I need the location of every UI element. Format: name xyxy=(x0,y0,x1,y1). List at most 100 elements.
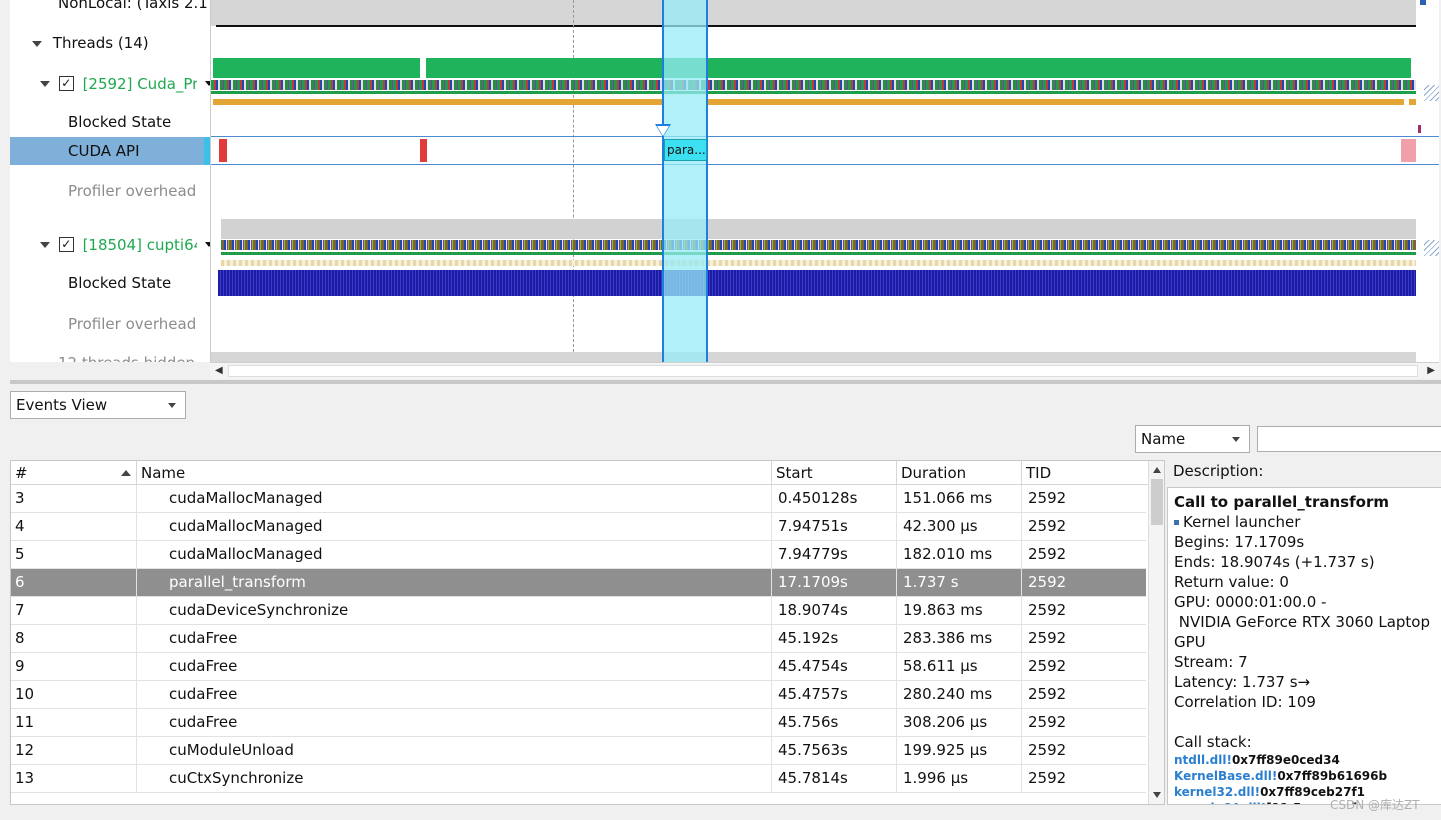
cell-id: 11 xyxy=(11,709,137,737)
thread-18504-utilization-bar xyxy=(221,219,1416,239)
thread-18504-green-line xyxy=(221,252,1416,255)
thread-2592-checkbox[interactable]: ✓ xyxy=(58,76,74,91)
timeline-canvas[interactable]: para... xyxy=(210,0,1439,362)
thread-2592-utilization-bar xyxy=(426,58,1411,78)
table-row[interactable]: 7 cudaDeviceSynchronize 18.9074s 19.863 ms 2… xyxy=(11,597,1146,625)
frame-module: kernel32.dll! xyxy=(1174,785,1261,799)
cell-duration: 182.010 ms xyxy=(897,541,1022,569)
pane-splitter[interactable] xyxy=(10,380,1441,384)
thread-2592-name: [2592] Cuda_Pro xyxy=(82,74,197,93)
thread-2592-orange-track xyxy=(1409,99,1416,105)
table-row[interactable]: 6 parallel_transform 17.1709s 1.737 s 2592 xyxy=(11,569,1146,597)
cell-duration: 199.925 μs xyxy=(897,737,1022,765)
thread-18504-name: [18504] cupti64 xyxy=(82,235,197,254)
cell-tid: 2592 xyxy=(1028,629,1067,647)
scroll-down-icon[interactable] xyxy=(1153,792,1161,798)
cuda-api-row-border-bottom xyxy=(211,164,1439,165)
table-row[interactable]: 9 cudaFree 45.4754s 58.611 μs 2592 xyxy=(11,653,1146,681)
events-table: # Name Start Duration TID 3 cudaMallocMan… xyxy=(10,460,1165,805)
description-correlation-id: Correlation ID: 109 xyxy=(1174,693,1316,711)
scroll-left-icon[interactable]: ◀ xyxy=(215,365,223,376)
description-kind-line: Kernel launcher xyxy=(1174,512,1435,532)
filter-search-input[interactable] xyxy=(1257,426,1441,452)
cuda-api-row-border-top xyxy=(211,136,1439,137)
column-header-start[interactable]: Start xyxy=(772,461,897,485)
table-row[interactable]: 3 cudaMallocManaged 0.450128s 151.066 ms 259… xyxy=(11,485,1146,513)
cell-start: 45.4757s xyxy=(772,681,897,709)
cuda-api-call[interactable] xyxy=(1401,139,1416,162)
cell-start: 45.7563s xyxy=(772,737,897,765)
selected-time-range[interactable] xyxy=(663,0,707,362)
table-row[interactable]: 10 cudaFree 45.4757s 280.240 ms 2592 xyxy=(11,681,1146,709)
scroll-right-icon[interactable]: ▶ xyxy=(1427,365,1435,376)
cell-start: 7.94779s xyxy=(772,541,897,569)
cell-name: cuModuleUnload xyxy=(137,737,772,765)
cell-start: 0.450128s xyxy=(772,485,897,513)
scrollbar-thumb[interactable] xyxy=(1151,479,1163,525)
frame-address: 0x7ff89e0ced34 xyxy=(1231,753,1340,767)
cell-duration: 19.863 ms xyxy=(897,597,1022,625)
filter-field-selector[interactable]: Name xyxy=(1135,425,1250,453)
thread-2592-utilization-bar xyxy=(213,58,420,78)
cell-tid: 2592 xyxy=(1028,713,1067,731)
call-stack-frame[interactable]: KernelBase.dll!0x7ff89b61696b xyxy=(1174,768,1435,784)
cell-duration: 308.206 μs xyxy=(897,709,1022,737)
cell-tid: 2592 xyxy=(1028,685,1067,703)
thread-18504-checkbox[interactable]: ✓ xyxy=(58,237,74,252)
hidden-threads-track xyxy=(211,352,1416,362)
description-gpu-1: GPU: 0000:01:00.0 - xyxy=(1174,593,1327,611)
column-header-duration[interactable]: Duration xyxy=(897,461,1022,485)
events-table-header: # Name Start Duration TID xyxy=(11,461,1148,485)
column-header-tid[interactable]: TID xyxy=(1022,461,1148,485)
timeline-horizontal-scrollbar[interactable]: ◀ ▶ xyxy=(210,362,1439,379)
call-stack-frame[interactable]: ntdll.dll!0x7ff89e0ced34 xyxy=(1174,752,1435,768)
view-selector-value: Events View xyxy=(16,396,108,414)
description-return-value: Return value: 0 xyxy=(1174,573,1289,591)
cuda-api-call[interactable] xyxy=(420,139,427,162)
cell-id: 8 xyxy=(11,625,137,653)
hidden-threads-label: 12 threads hidden xyxy=(58,352,195,362)
description-kind: Kernel launcher xyxy=(1183,513,1301,531)
cell-start: 7.94751s xyxy=(772,513,897,541)
column-header-id[interactable]: # xyxy=(11,461,137,485)
table-row[interactable]: 12 cuModuleUnload 45.7563s 199.925 μs 2592 xyxy=(11,737,1146,765)
table-row[interactable]: 8 cudaFree 45.192s 283.386 ms 2592 xyxy=(11,625,1146,653)
filter-field-value: Name xyxy=(1141,430,1186,448)
cell-id: 4 xyxy=(11,513,137,541)
description-stream: Stream: 7 xyxy=(1174,653,1248,671)
cuda-api-call[interactable] xyxy=(219,139,227,162)
table-row[interactable]: 13 cuCtxSynchronize 45.7814s 1.996 μs 2592 xyxy=(11,765,1146,793)
description-panel: Description: Call to parallel_transform … xyxy=(1167,460,1441,805)
timeline-row-labels: NonLocal: (Taxis 2.1 Threads (14) ✓ [259… xyxy=(10,0,210,362)
selected-cuda-api-call[interactable]: para... xyxy=(664,139,707,161)
cell-duration: 1.996 μs xyxy=(897,765,1022,793)
column-header-name[interactable]: Name xyxy=(137,461,772,485)
cuda-api-row-selected[interactable]: CUDA API xyxy=(10,137,210,165)
thread-18504-header[interactable]: ✓ [18504] cupti64 xyxy=(40,233,210,255)
cell-id: 5 xyxy=(11,541,137,569)
cell-id: 7 xyxy=(11,597,137,625)
table-row[interactable]: 5 cudaMallocManaged 7.94779s 182.010 ms 2592 xyxy=(11,541,1146,569)
cell-tid: 2592 xyxy=(1028,573,1067,591)
cell-id: 6 xyxy=(11,569,137,597)
thread-2592-header[interactable]: ✓ [2592] Cuda_Pro xyxy=(40,72,210,94)
thread-18504-blocked-state-label: Blocked State xyxy=(68,274,172,292)
cell-name: cudaFree xyxy=(137,653,772,681)
table-row[interactable]: 4 cudaMallocManaged 7.94751s 42.300 μs 2592 xyxy=(11,513,1146,541)
cell-start: 18.9074s xyxy=(772,597,897,625)
scrollbar-track[interactable] xyxy=(228,365,1418,377)
selection-edge-left[interactable] xyxy=(662,0,664,362)
cell-duration: 280.240 ms xyxy=(897,681,1022,709)
thread-2592-blocked-state-label: Blocked State xyxy=(68,113,172,131)
chevron-down-icon[interactable] xyxy=(40,80,50,87)
chevron-down-icon[interactable] xyxy=(40,241,50,248)
selection-edge-right[interactable] xyxy=(706,0,708,362)
table-row[interactable]: 11 cudaFree 45.756s 308.206 μs 2592 xyxy=(11,709,1146,737)
threads-group-toggle[interactable]: Threads (14) xyxy=(32,32,149,54)
frame-module: nvcuda64.dll! xyxy=(1174,801,1266,804)
view-selector[interactable]: Events View xyxy=(10,391,186,419)
blocked-state-marker xyxy=(1418,125,1421,133)
scroll-up-icon[interactable] xyxy=(1153,467,1161,473)
events-table-vertical-scrollbar[interactable] xyxy=(1148,461,1164,804)
